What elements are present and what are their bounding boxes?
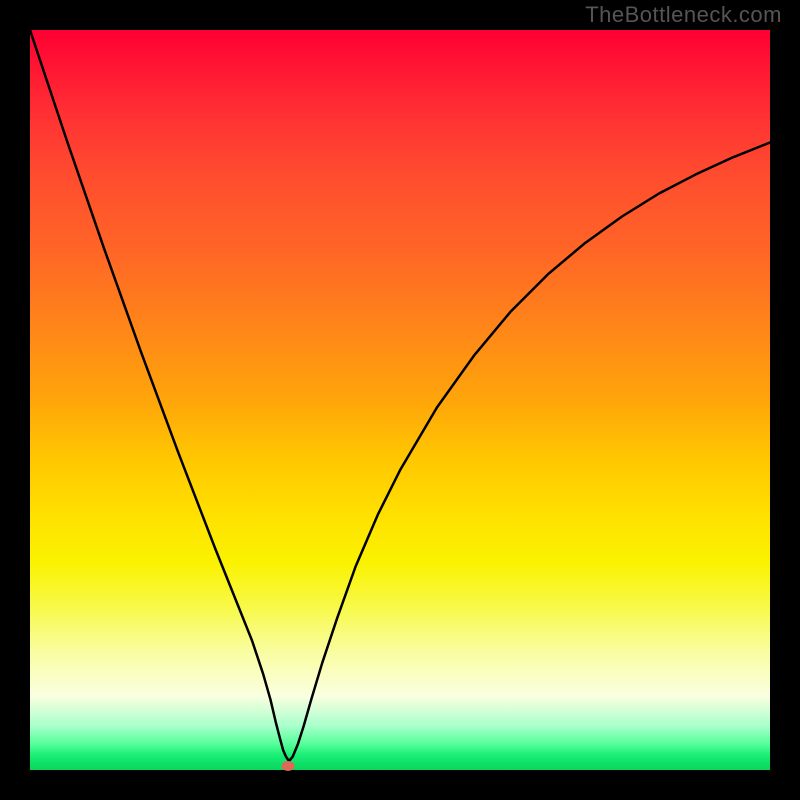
plot-area — [30, 30, 770, 770]
chart-frame: TheBottleneck.com — [0, 0, 800, 800]
min-marker-icon — [282, 761, 295, 771]
watermark-text: TheBottleneck.com — [585, 2, 782, 28]
curve-svg — [30, 30, 770, 770]
curve-line — [30, 30, 770, 761]
